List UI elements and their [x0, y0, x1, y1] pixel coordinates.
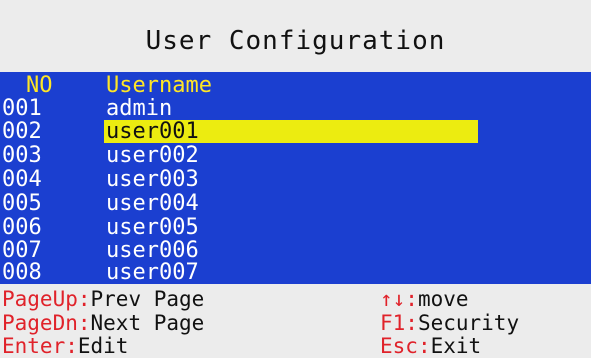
column-header-username: Username: [106, 73, 212, 98]
table-row[interactable]: 001 admin: [0, 97, 591, 120]
row-username: user005: [106, 215, 199, 240]
hint-separator: :: [77, 287, 91, 311]
row-number: 007: [2, 238, 42, 263]
page-down-key: PageDn: [2, 311, 78, 335]
enter-action: Edit: [77, 334, 129, 358]
row-username: user001: [104, 120, 478, 143]
table-header-row: NO Username: [0, 74, 591, 97]
hint-separator: :: [417, 334, 431, 358]
row-number: 002: [2, 119, 42, 144]
hint-enter[interactable]: Enter:Edit: [2, 334, 128, 358]
move-action: move: [417, 287, 469, 311]
hint-exit[interactable]: Esc:Exit: [380, 334, 481, 358]
esc-key: Esc: [380, 334, 418, 358]
table-row[interactable]: 006 user005: [0, 216, 591, 239]
row-number: 003: [2, 143, 42, 168]
row-number: 005: [2, 191, 42, 216]
hint-security[interactable]: F1:Security: [380, 311, 519, 335]
arrow-up-down-icon: ↑↓: [380, 287, 406, 311]
row-username: user004: [106, 191, 199, 216]
enter-key: Enter: [2, 334, 66, 358]
row-username: user003: [106, 167, 199, 192]
table-row[interactable]: 007 user006: [0, 239, 591, 262]
row-username: user006: [106, 238, 199, 263]
row-username: user002: [106, 143, 199, 168]
row-username: user007: [106, 260, 199, 285]
f1-key: F1: [380, 311, 406, 335]
hint-separator: :: [405, 287, 418, 311]
table-row[interactable]: 004 user003: [0, 168, 591, 191]
row-number: 008: [2, 260, 42, 285]
table-row[interactable]: 005 user004: [0, 192, 591, 215]
exit-action: Exit: [430, 334, 482, 358]
hint-separator: :: [77, 311, 91, 335]
table-row-selected[interactable]: 002 user001: [0, 120, 591, 143]
title-bar: User Configuration: [0, 0, 591, 66]
table-row[interactable]: 008 user007: [0, 261, 591, 284]
hint-separator: :: [65, 334, 78, 358]
row-username: admin: [106, 96, 173, 121]
key-hints-footer: PageUp:Prev Page PageDn:Next Page Enter:…: [0, 284, 591, 358]
row-number: 001: [2, 96, 42, 121]
hint-move[interactable]: ↑↓:move: [380, 287, 469, 311]
row-number: 006: [2, 215, 42, 240]
column-header-no: NO: [26, 73, 53, 98]
hint-page-up[interactable]: PageUp:Prev Page: [2, 287, 204, 311]
page-down-action: Next Page: [90, 311, 205, 335]
user-table: NO Username 001 admin 002 user001 003 us…: [0, 72, 591, 284]
security-action: Security: [417, 311, 520, 335]
page-up-key: PageUp: [2, 287, 78, 311]
hint-page-down[interactable]: PageDn:Next Page: [2, 311, 204, 335]
page-title: User Configuration: [145, 26, 446, 56]
hint-separator: :: [405, 311, 418, 335]
table-row[interactable]: 003 user002: [0, 144, 591, 167]
row-number: 004: [2, 167, 42, 192]
page-up-action: Prev Page: [90, 287, 205, 311]
